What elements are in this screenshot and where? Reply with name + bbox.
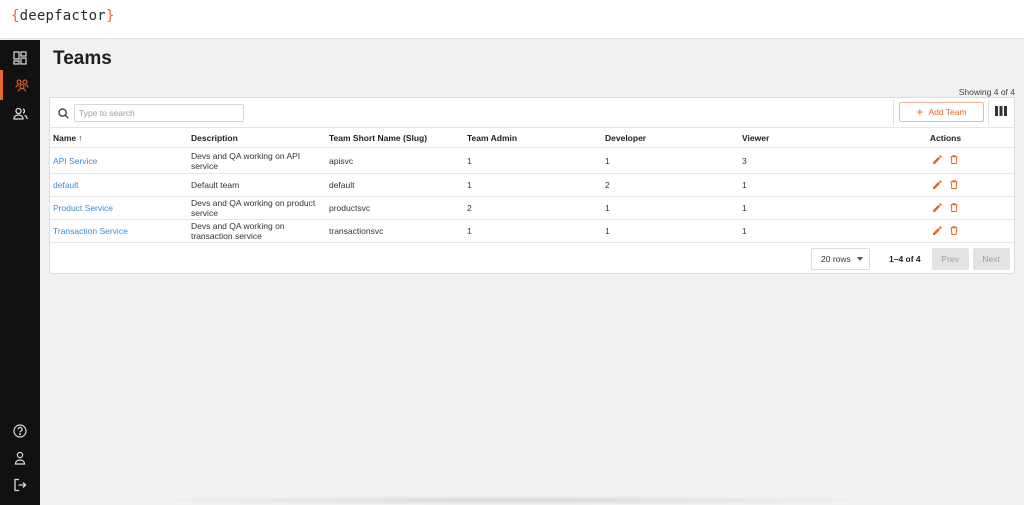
bottom-shadow: [130, 496, 890, 505]
profile-icon: [14, 451, 26, 465]
logout-icon: [13, 478, 27, 492]
viewer-count: 3: [739, 147, 877, 174]
delete-icon[interactable]: [950, 202, 958, 214]
developer-count: 1: [602, 219, 739, 243]
toolbar-divider: [893, 100, 894, 126]
team-admin-count: 2: [464, 196, 602, 220]
row-actions: [877, 173, 1014, 197]
results-count: Showing 4 of 4: [958, 87, 1015, 97]
teams-table-card: + Add Team Name↑ Description Team Short …: [49, 97, 1015, 274]
delete-icon[interactable]: [950, 225, 958, 237]
delete-icon[interactable]: [950, 179, 958, 191]
add-team-button[interactable]: + Add Team: [899, 102, 984, 122]
table-header-row: Name ↑ Description Team Short Name (Slug)…: [50, 127, 1014, 148]
help-icon: [13, 424, 27, 438]
page-range: 1–4 of 4: [889, 254, 921, 264]
columns-icon: [995, 103, 1007, 121]
toolbar-divider: [988, 100, 989, 126]
team-name-link[interactable]: Transaction Service: [50, 219, 188, 243]
column-header-slug[interactable]: Team Short Name (Slug): [326, 127, 464, 148]
team-slug: default: [326, 173, 464, 197]
sidebar-item-teams[interactable]: [0, 70, 40, 100]
team-slug: apisvc: [326, 147, 464, 174]
teams-table: Name ↑ Description Team Short Name (Slug)…: [50, 127, 1014, 243]
table-row: API Service Devs and QA working on API se…: [50, 147, 1014, 174]
columns-button[interactable]: [994, 106, 1008, 118]
search-input[interactable]: [74, 104, 244, 122]
team-admin-count: 1: [464, 147, 602, 174]
edit-icon[interactable]: [933, 202, 942, 214]
table-row: Transaction Service Devs and QA working …: [50, 219, 1014, 243]
top-bar: {deepfactor}: [0, 0, 1024, 39]
column-header-viewer[interactable]: Viewer: [739, 127, 877, 148]
column-header-actions: Actions: [877, 127, 1014, 148]
sidebar-item-help[interactable]: [0, 416, 40, 446]
viewer-count: 1: [739, 173, 877, 197]
column-header-developer[interactable]: Developer: [602, 127, 739, 148]
row-actions: [877, 147, 1014, 174]
team-slug: productsvc: [326, 196, 464, 220]
column-header-description[interactable]: Description: [188, 127, 326, 148]
column-header-team-admin[interactable]: Team Admin: [464, 127, 602, 148]
plus-icon: +: [916, 105, 924, 119]
developer-count: 1: [602, 147, 739, 174]
delete-icon[interactable]: [950, 155, 958, 166]
prev-page-button[interactable]: Prev: [931, 248, 969, 270]
edit-icon[interactable]: [933, 155, 942, 166]
row-actions: [877, 219, 1014, 243]
table-row: default Default team default 1 2 1: [50, 173, 1014, 197]
team-slug: transactionsvc: [326, 219, 464, 243]
viewer-count: 1: [739, 219, 877, 243]
search-icon: [56, 106, 70, 120]
sort-ascending-icon: ↑: [78, 132, 83, 143]
developer-count: 2: [602, 173, 739, 197]
teams-icon: [14, 78, 29, 92]
next-page-button[interactable]: Next: [972, 248, 1010, 270]
sidebar: [0, 40, 40, 505]
table-row: Product Service Devs and QA working on p…: [50, 196, 1014, 220]
page-title: Teams: [53, 48, 112, 69]
team-description: Devs and QA working on API service: [188, 147, 326, 174]
developer-count: 1: [602, 196, 739, 220]
team-description: Devs and QA working on product service: [188, 196, 326, 220]
team-name-link[interactable]: Product Service: [50, 196, 188, 220]
team-admin-count: 1: [464, 219, 602, 243]
team-name-link[interactable]: API Service: [50, 147, 188, 174]
chevron-down-icon: [857, 257, 863, 261]
team-admin-count: 1: [464, 173, 602, 197]
search-bar: [56, 104, 244, 122]
column-header-name[interactable]: Name ↑: [50, 127, 188, 148]
team-name-link[interactable]: default: [50, 173, 188, 197]
deepfactor-logo[interactable]: {deepfactor}: [11, 8, 115, 24]
team-description: Default team: [188, 173, 326, 197]
sidebar-item-users[interactable]: [0, 98, 40, 128]
pagination: 20 rows 1–4 of 4 Prev Next: [811, 248, 1010, 270]
viewer-count: 1: [739, 196, 877, 220]
row-actions: [877, 196, 1014, 220]
edit-icon[interactable]: [933, 225, 942, 237]
sidebar-item-logout[interactable]: [0, 470, 40, 500]
sidebar-item-profile[interactable]: [0, 443, 40, 473]
users-icon: [12, 107, 28, 120]
dashboard-icon: [13, 51, 27, 65]
team-description: Devs and QA working on transaction servic…: [188, 219, 326, 243]
edit-icon[interactable]: [933, 179, 942, 191]
rows-per-page-select[interactable]: 20 rows: [811, 248, 870, 270]
sidebar-item-dashboard[interactable]: [0, 43, 40, 73]
